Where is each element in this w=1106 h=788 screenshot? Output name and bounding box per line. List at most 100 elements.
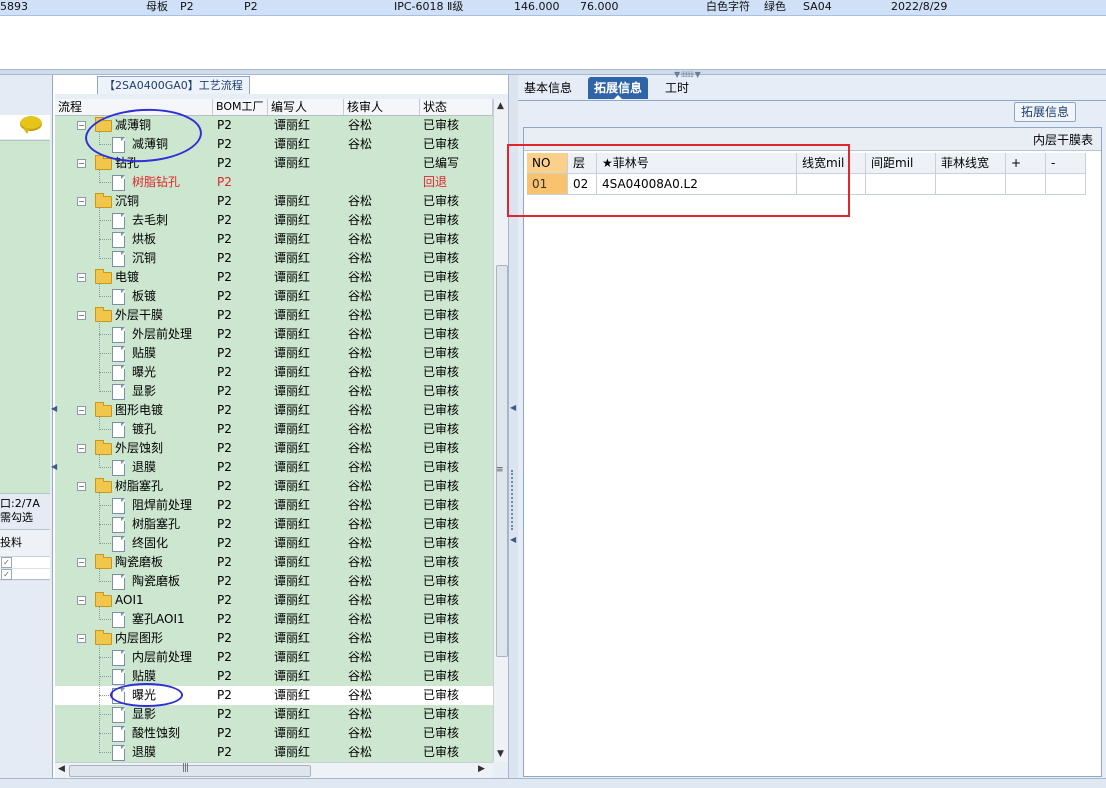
col-reviewer[interactable]: 核审人 bbox=[344, 99, 420, 115]
tree-group-row[interactable]: − 外层蚀刻 P2 谭丽红 谷松 已审核 bbox=[55, 439, 493, 458]
scroll-up-icon[interactable]: ▲ bbox=[497, 101, 504, 111]
collapse-left-icon[interactable]: ◀ bbox=[51, 404, 57, 413]
tree-step-row[interactable]: 终固化 P2 谭丽红 谷松 已审核 bbox=[55, 534, 493, 553]
folder-icon bbox=[95, 478, 112, 493]
tree-step-row[interactable]: 显影 P2 谭丽红 谷松 已审核 bbox=[55, 705, 493, 724]
cell-film-line-width[interactable] bbox=[936, 174, 1006, 195]
collapse-toggle-icon[interactable]: − bbox=[77, 596, 86, 605]
collapse-left-icon[interactable]: ◀ bbox=[51, 462, 57, 471]
tree-guide-line bbox=[99, 429, 111, 430]
collapse-toggle-icon[interactable]: − bbox=[77, 558, 86, 567]
tree-group-row[interactable]: − 树脂塞孔 P2 谭丽红 谷松 已审核 bbox=[55, 477, 493, 496]
tree-guide-line bbox=[99, 207, 100, 259]
document-icon bbox=[112, 346, 125, 362]
collapse-toggle-icon[interactable]: − bbox=[77, 482, 86, 491]
tree-group-row[interactable]: − 图形电镀 P2 谭丽红 谷松 已审核 bbox=[55, 401, 493, 420]
col-film-line-width[interactable]: 菲林线宽 bbox=[936, 153, 1006, 174]
collapse-toggle-icon[interactable]: − bbox=[77, 197, 86, 206]
tree-step-row[interactable]: 显影 P2 谭丽红 谷松 已审核 bbox=[55, 382, 493, 401]
tree-group-row[interactable]: − 沉铜 P2 谭丽红 谷松 已审核 bbox=[55, 192, 493, 211]
tree-step-row[interactable]: 烘板 P2 谭丽红 谷松 已审核 bbox=[55, 230, 493, 249]
document-icon bbox=[112, 612, 125, 628]
status-badge: 已审核 bbox=[423, 251, 460, 265]
step-name: 陶瓷磨板 bbox=[132, 574, 181, 588]
col-bom-factory[interactable]: BOM工厂 bbox=[213, 99, 268, 115]
tree-step-row[interactable]: 曝光 P2 谭丽红 谷松 已审核 bbox=[55, 363, 493, 382]
tree-step-row[interactable]: 树脂塞孔 P2 谭丽红 谷松 已审核 bbox=[55, 515, 493, 534]
bom-factory: P2 bbox=[217, 175, 232, 189]
table-row[interactable]: ✓ bbox=[0, 557, 50, 569]
tree-step-row[interactable]: 去毛刺 P2 谭丽红 谷松 已审核 bbox=[55, 211, 493, 230]
collapse-left-icon[interactable]: ◀ bbox=[510, 535, 516, 544]
col-remove[interactable]: - bbox=[1046, 153, 1086, 174]
col-status[interactable]: 状态 bbox=[420, 99, 493, 115]
collapse-toggle-icon[interactable]: − bbox=[77, 444, 86, 453]
writer-name: 谭丽红 bbox=[274, 669, 311, 683]
tree-step-row[interactable]: 板镀 P2 谭丽红 谷松 已审核 bbox=[55, 287, 493, 306]
writer-name: 谭丽红 bbox=[274, 517, 311, 531]
step-name: 外层蚀刻 bbox=[115, 441, 164, 455]
tree-step-row[interactable]: 退膜 P2 谭丽红 谷松 已审核 bbox=[55, 743, 493, 762]
tree-step-row[interactable]: 塞孔AOI1 P2 谭丽红 谷松 已审核 bbox=[55, 610, 493, 629]
collapse-toggle-icon[interactable]: − bbox=[77, 311, 86, 320]
tree-group-row[interactable]: − 外层干膜 P2 谭丽红 谷松 已审核 bbox=[55, 306, 493, 325]
col-spacing[interactable]: 间距mil bbox=[866, 153, 936, 174]
scroll-down-icon[interactable]: ▼ bbox=[497, 749, 504, 759]
checkbox[interactable]: ✓ bbox=[1, 569, 12, 580]
status-badge: 已审核 bbox=[423, 479, 460, 493]
tree-horizontal-scrollbar[interactable]: ◀ ||| ▶ bbox=[55, 762, 493, 778]
tab-work-hours[interactable]: 工时 bbox=[659, 77, 695, 99]
bom-factory: P2 bbox=[217, 688, 232, 702]
table-row[interactable]: ✓ bbox=[0, 569, 50, 581]
collapse-toggle-icon[interactable]: − bbox=[77, 159, 86, 168]
cell-spacing[interactable] bbox=[866, 174, 936, 195]
chat-bubble-icon[interactable] bbox=[20, 116, 42, 134]
tree-group-row[interactable]: − 内层图形 P2 谭丽红 谷松 已审核 bbox=[55, 629, 493, 648]
tree-step-row[interactable]: 沉铜 P2 谭丽红 谷松 已审核 bbox=[55, 249, 493, 268]
tree-guide-line bbox=[99, 581, 111, 582]
scroll-thumb[interactable] bbox=[69, 765, 311, 777]
tree-group-row[interactable]: − 电镀 P2 谭丽红 谷松 已审核 bbox=[55, 268, 493, 287]
tab-basic-info[interactable]: 基本信息 bbox=[518, 77, 578, 99]
checkbox[interactable]: ✓ bbox=[1, 557, 12, 568]
tree-step-row[interactable]: 贴膜 P2 谭丽红 谷松 已审核 bbox=[55, 667, 493, 686]
tree-step-row[interactable]: 树脂钻孔 P2 回退 bbox=[55, 173, 493, 192]
tree-step-row[interactable]: 阻焊前处理 P2 谭丽红 谷松 已审核 bbox=[55, 496, 493, 515]
process-flow-title[interactable]: 【2SA0400GA0】工艺流程 bbox=[97, 76, 250, 94]
tree-step-row[interactable]: 外层前处理 P2 谭丽红 谷松 已审核 bbox=[55, 325, 493, 344]
col-add[interactable]: + bbox=[1006, 153, 1046, 174]
bom-factory: P2 bbox=[217, 365, 232, 379]
scroll-right-icon[interactable]: ▶ bbox=[478, 764, 485, 774]
top-record-row[interactable]: 5893 母板 P2 P2 IPC-6018 Ⅱ级 146.000 76.000… bbox=[0, 0, 1106, 16]
status-badge: 已审核 bbox=[423, 555, 460, 569]
scroll-thumb[interactable] bbox=[496, 265, 508, 657]
document-icon bbox=[112, 232, 125, 248]
folder-icon bbox=[95, 193, 112, 208]
extended-info-button[interactable]: 拓展信息 bbox=[1014, 102, 1077, 122]
tree-group-row[interactable]: − AOI1 P2 谭丽红 谷松 已审核 bbox=[55, 591, 493, 610]
tree-guide-line bbox=[99, 220, 111, 221]
col-writer[interactable]: 编写人 bbox=[268, 99, 344, 115]
tree-guide-line bbox=[99, 169, 100, 183]
step-name: 阻焊前处理 bbox=[132, 498, 193, 512]
cell-remove[interactable] bbox=[1046, 174, 1086, 195]
tab-extended-info[interactable]: 拓展信息 bbox=[588, 77, 649, 100]
status-badge: 已审核 bbox=[423, 194, 460, 208]
tree-step-row[interactable]: 贴膜 P2 谭丽红 谷松 已审核 bbox=[55, 344, 493, 363]
collapse-toggle-icon[interactable]: − bbox=[77, 121, 86, 130]
tree-step-row[interactable]: 陶瓷磨板 P2 谭丽红 谷松 已审核 bbox=[55, 572, 493, 591]
collapse-toggle-icon[interactable]: − bbox=[77, 406, 86, 415]
scroll-left-icon[interactable]: ◀ bbox=[58, 764, 65, 774]
step-name: 内层图形 bbox=[115, 631, 164, 645]
tree-step-row[interactable]: 内层前处理 P2 谭丽红 谷松 已审核 bbox=[55, 648, 493, 667]
collapse-toggle-icon[interactable]: − bbox=[77, 273, 86, 282]
collapse-toggle-icon[interactable]: − bbox=[77, 634, 86, 643]
tree-step-row[interactable]: 镀孔 P2 谭丽红 谷松 已审核 bbox=[55, 420, 493, 439]
tree-group-row[interactable]: − 陶瓷磨板 P2 谭丽红 谷松 已审核 bbox=[55, 553, 493, 572]
tree-step-row[interactable]: 酸性蚀刻 P2 谭丽红 谷松 已审核 bbox=[55, 724, 493, 743]
collapse-left-icon[interactable]: ◀ bbox=[510, 403, 516, 412]
cell-add[interactable] bbox=[1006, 174, 1046, 195]
tree-step-row[interactable]: 退膜 P2 谭丽红 谷松 已审核 bbox=[55, 458, 493, 477]
document-icon bbox=[112, 175, 125, 191]
step-name: 板镀 bbox=[132, 289, 157, 303]
